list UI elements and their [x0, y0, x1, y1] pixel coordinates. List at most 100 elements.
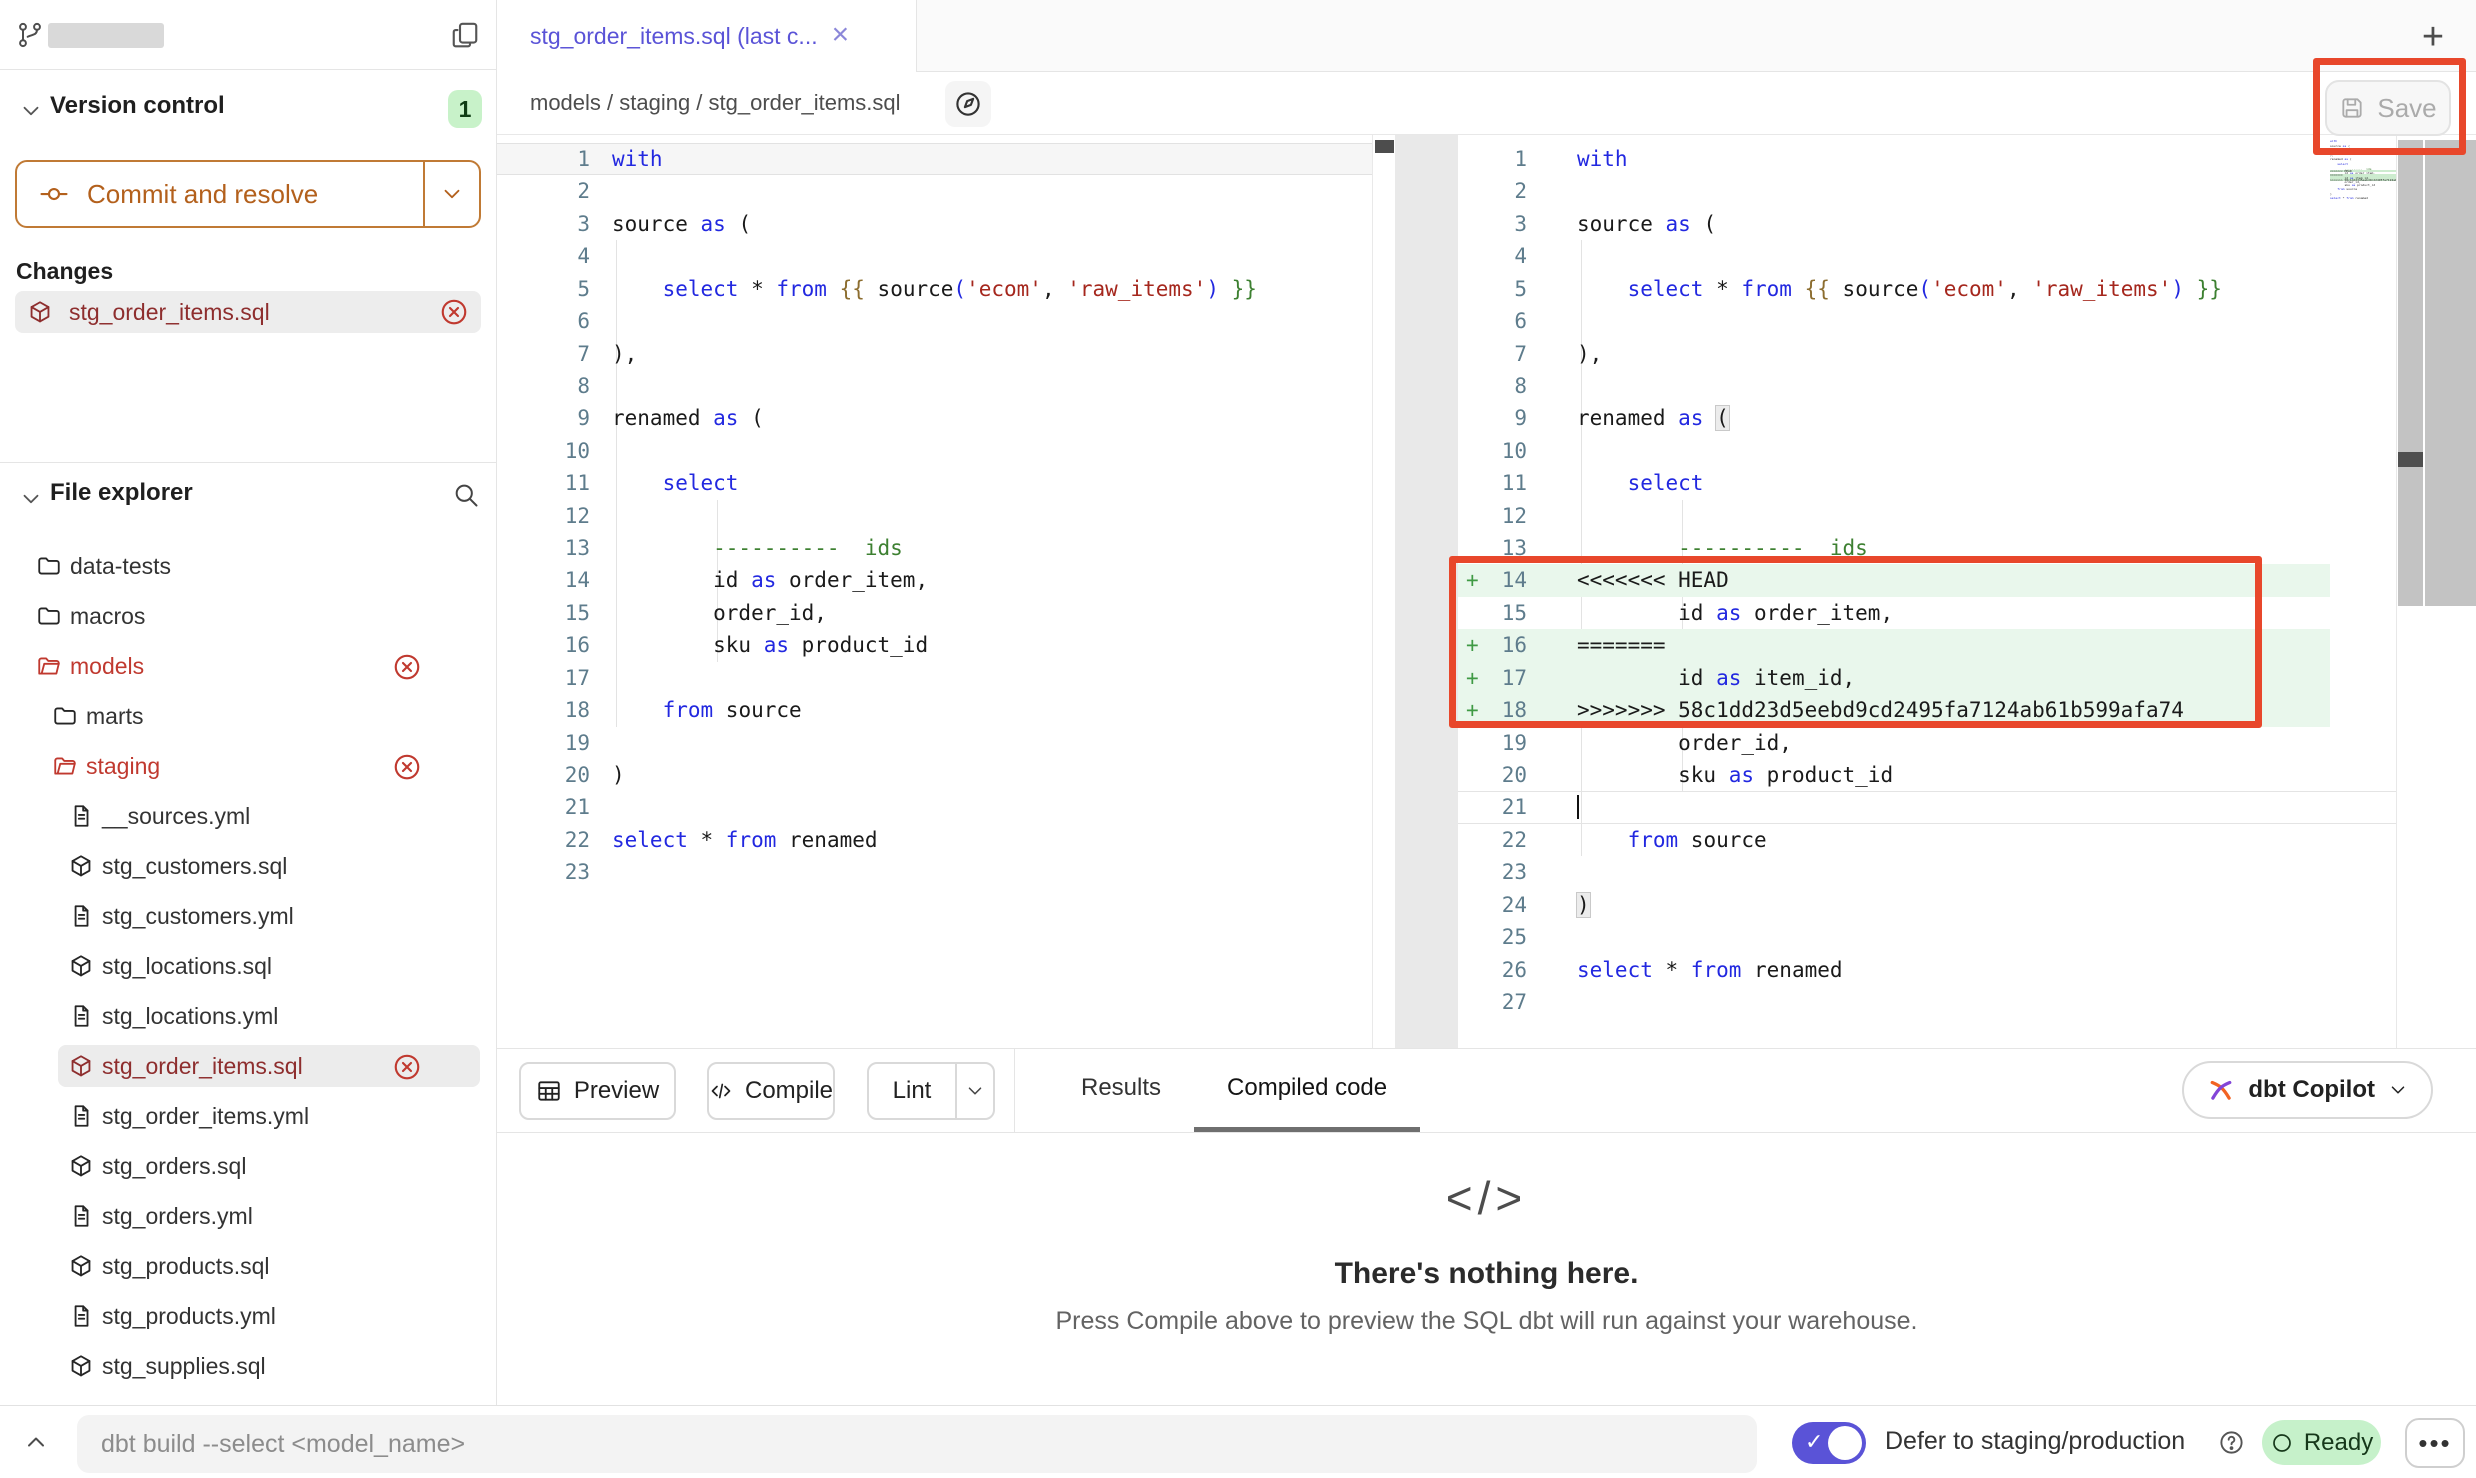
code-line[interactable]: 18 from source — [497, 694, 1372, 726]
code-line[interactable]: 5 select * from {{ source('ecom', 'raw_i… — [497, 273, 1372, 305]
copy-icon[interactable] — [450, 20, 480, 50]
discard-change-icon[interactable] — [439, 297, 469, 327]
file-tree-item-stg-customers-sql[interactable]: stg_customers.sql — [0, 845, 496, 887]
code-line[interactable]: 9renamed as ( — [497, 402, 1372, 434]
code-line[interactable]: 4 — [497, 240, 1372, 272]
file-tree-item-stg-order-items-sql[interactable]: stg_order_items.sql — [0, 1045, 496, 1087]
code-line[interactable]: 2 — [497, 175, 1372, 207]
code-line[interactable]: 11 select — [1458, 467, 2396, 499]
file-tree-item-models[interactable]: models — [0, 645, 496, 687]
code-line[interactable]: 21 — [497, 791, 1372, 823]
editor-pane-left[interactable]: 1with23source as (45 select * from {{ so… — [497, 135, 1372, 1048]
code-line[interactable]: 8 — [497, 370, 1372, 402]
code-line[interactable]: 12 — [497, 500, 1372, 532]
changed-file-item[interactable]: stg_order_items.sql — [15, 291, 481, 333]
code-line[interactable]: 16 sku as product_id — [497, 629, 1372, 661]
chevron-up-icon[interactable] — [22, 1428, 50, 1456]
code-line[interactable]: 6 — [497, 305, 1372, 337]
file-tree-item-marts[interactable]: marts — [0, 695, 496, 737]
code-line[interactable]: 15 order_id, — [497, 597, 1372, 629]
code-line[interactable]: 12 — [1458, 500, 2396, 532]
code-line[interactable]: 25 — [1458, 921, 2396, 953]
new-tab-button[interactable]: + — [2412, 16, 2454, 58]
defer-toggle[interactable]: ✓ — [1792, 1422, 1866, 1464]
code-line[interactable]: 20) — [497, 759, 1372, 791]
save-button[interactable]: Save — [2325, 80, 2451, 136]
code-line[interactable]: 26select * from renamed — [1458, 954, 2396, 986]
lint-button[interactable]: Lint — [869, 1064, 955, 1118]
dbt-copilot-button[interactable]: dbt Copilot — [2182, 1061, 2433, 1119]
code-line[interactable]: 7), — [1458, 338, 2396, 370]
file-tree-item-stg-orders-sql[interactable]: stg_orders.sql — [0, 1145, 496, 1187]
code-line[interactable]: 22select * from renamed — [497, 824, 1372, 856]
compile-button[interactable]: Compile — [707, 1062, 835, 1120]
code-line[interactable]: +18>>>>>>> 58c1dd23d5eebd9cd2495fa7124ab… — [1458, 694, 2396, 726]
code-line[interactable]: 11 select — [497, 467, 1372, 499]
right-scrollbar-track[interactable] — [2398, 140, 2423, 606]
file-tree-item-data-tests[interactable]: data-tests — [0, 545, 496, 587]
code-line[interactable]: 4 — [1458, 240, 2396, 272]
code-line[interactable]: +14<<<<<<< HEAD — [1458, 564, 2396, 596]
code-line[interactable]: 9renamed as ( — [1458, 402, 2396, 434]
code-line[interactable]: +16======= — [1458, 629, 2396, 661]
code-line[interactable]: 10 — [1458, 435, 2396, 467]
code-line[interactable]: 15 id as order_item, — [1458, 597, 2396, 629]
code-line[interactable]: 19 order_id, — [1458, 727, 2396, 759]
right-scrollbar-thumb[interactable] — [2398, 452, 2423, 467]
code-line[interactable]: 21 — [1458, 791, 2396, 823]
file-tree-item-macros[interactable]: macros — [0, 595, 496, 637]
file-tree-item-stg-locations-yml[interactable]: stg_locations.yml — [0, 995, 496, 1037]
scrollbar-thumb[interactable] — [1375, 140, 1394, 153]
preview-button[interactable]: Preview — [519, 1062, 676, 1120]
code-line[interactable]: 24) — [1458, 889, 2396, 921]
code-line[interactable]: 1with — [1458, 143, 2396, 175]
code-line[interactable]: 27 — [1458, 986, 2396, 1018]
file-tree-item-stg-locations-sql[interactable]: stg_locations.sql — [0, 945, 496, 987]
file-tree-item-stg-orders-yml[interactable]: stg_orders.yml — [0, 1195, 496, 1237]
search-icon[interactable] — [452, 481, 480, 509]
more-options-button[interactable]: ••• — [2405, 1418, 2465, 1468]
file-tree-item-staging[interactable]: staging — [0, 745, 496, 787]
chevron-down-icon[interactable] — [18, 486, 44, 512]
file-tree-item-stg-products-yml[interactable]: stg_products.yml — [0, 1295, 496, 1337]
conflict-x-icon[interactable] — [392, 1052, 422, 1082]
conflict-x-icon[interactable] — [392, 752, 422, 782]
code-line[interactable]: +17 id as item_id, — [1458, 662, 2396, 694]
dbt-command-input[interactable]: dbt build --select <model_name> — [77, 1415, 1757, 1473]
close-icon[interactable]: × — [832, 20, 850, 50]
code-line[interactable]: 17 — [497, 662, 1372, 694]
editor-scrollbar[interactable] — [1372, 135, 1395, 1048]
code-line[interactable]: 10 — [497, 435, 1372, 467]
file-tree-item-stg-supplies-sql[interactable]: stg_supplies.sql — [0, 1345, 496, 1387]
lint-dropdown[interactable] — [955, 1064, 993, 1118]
conflict-x-icon[interactable] — [392, 652, 422, 682]
code-line[interactable]: 20 sku as product_id — [1458, 759, 2396, 791]
code-line[interactable]: 8 — [1458, 370, 2396, 402]
help-icon[interactable] — [2218, 1429, 2245, 1456]
code-line[interactable]: 23 — [1458, 856, 2396, 888]
chevron-down-icon[interactable] — [18, 98, 44, 124]
code-line[interactable]: 23 — [497, 856, 1372, 888]
code-line[interactable]: 13 ---------- ids — [1458, 532, 2396, 564]
code-line[interactable]: 5 select * from {{ source('ecom', 'raw_i… — [1458, 273, 2396, 305]
pane-divider[interactable] — [1395, 135, 1458, 1048]
code-line[interactable]: 3source as ( — [1458, 208, 2396, 240]
tab-results[interactable]: Results — [1048, 1049, 1194, 1132]
lineage-button[interactable] — [945, 81, 991, 127]
commit-and-resolve-button[interactable]: Commit and resolve — [15, 160, 481, 228]
window-scrollbar-track[interactable] — [2425, 140, 2476, 606]
file-tree-item-stg-customers-yml[interactable]: stg_customers.yml — [0, 895, 496, 937]
code-line[interactable]: 1with — [497, 143, 1372, 175]
code-line[interactable]: 6 — [1458, 305, 2396, 337]
code-line[interactable]: 3source as ( — [497, 208, 1372, 240]
code-line[interactable]: 2 — [1458, 175, 2396, 207]
file-tree-item-stg-products-sql[interactable]: stg_products.sql — [0, 1245, 496, 1287]
commit-options-dropdown[interactable] — [423, 162, 479, 226]
code-line[interactable]: 22 from source — [1458, 824, 2396, 856]
editor-pane-right[interactable]: withsource as ( select * from {{ source(… — [1458, 135, 2397, 1048]
code-line[interactable]: 13 ---------- ids — [497, 532, 1372, 564]
code-line[interactable]: 19 — [497, 727, 1372, 759]
file-tree-item--sources-yml[interactable]: __sources.yml — [0, 795, 496, 837]
tab-stg-order-items[interactable]: stg_order_items.sql (last c... × — [497, 0, 917, 72]
code-line[interactable]: 7), — [497, 338, 1372, 370]
